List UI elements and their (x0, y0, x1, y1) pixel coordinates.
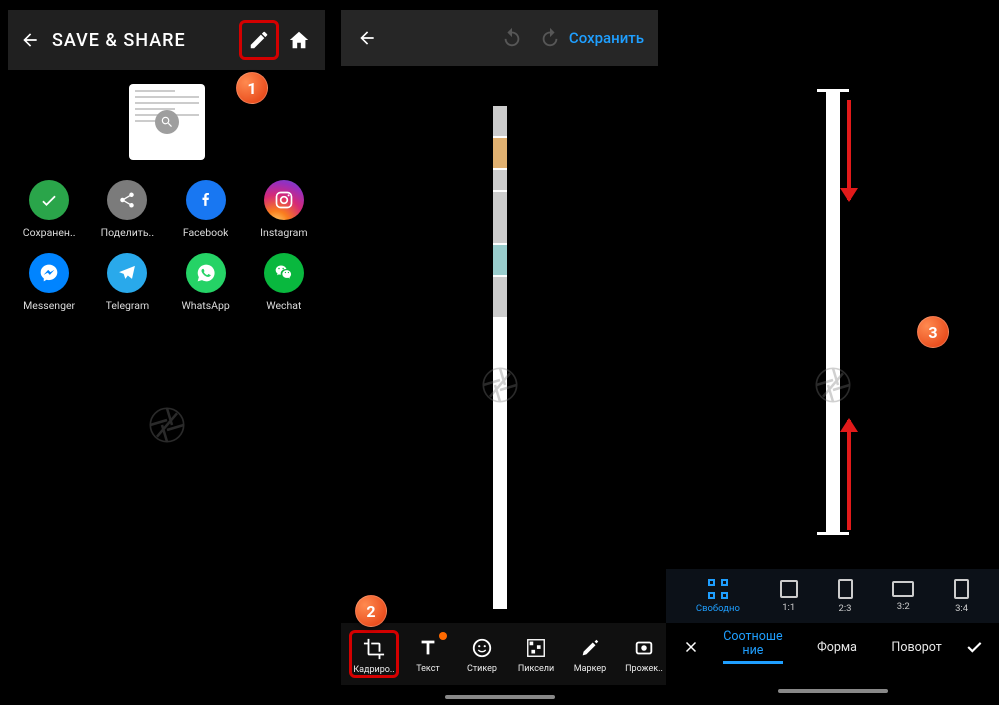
marker-icon (577, 635, 603, 661)
home-button[interactable] (279, 20, 319, 60)
ratio-free-icon (708, 579, 728, 599)
panel-save-share: SAVE & SHARE 1 Сохранен.. Поделить.. Fac… (0, 0, 333, 705)
aperture-icon (480, 365, 520, 405)
arrow-up (847, 420, 851, 530)
tool-text[interactable]: Текст (403, 635, 453, 674)
ratio-icon (838, 579, 853, 599)
ratio-3-4[interactable]: 3:4 (954, 579, 969, 614)
whatsapp-icon (186, 253, 226, 293)
smile-icon (469, 635, 495, 661)
badge-3: 3 (917, 316, 949, 348)
check-icon (964, 637, 984, 657)
home-icon (288, 29, 310, 51)
tab-shape[interactable]: Форма (817, 640, 857, 655)
share-telegram[interactable]: Telegram (88, 253, 166, 312)
crop-tab-bar: Соотноше ние Форма Поворот (666, 623, 999, 671)
share-messenger[interactable]: Messenger (10, 253, 88, 312)
wechat-icon (264, 253, 304, 293)
tool-pixels[interactable]: Пиксели (511, 635, 561, 674)
ratio-3-2[interactable]: 3:2 (892, 581, 914, 612)
arrow-down (847, 100, 851, 200)
ratio-bar: Свободно 1:1 2:3 3:2 3:4 (666, 569, 999, 623)
badge-2: 2 (355, 595, 387, 627)
ratio-icon (892, 581, 914, 597)
telegram-icon (107, 253, 147, 293)
badge-1: 1 (236, 72, 268, 104)
nav-pill[interactable] (778, 689, 888, 693)
tab-ratio[interactable]: Соотноше ние (723, 630, 782, 664)
ratio-icon (954, 579, 969, 599)
ratio-icon (780, 580, 798, 598)
back-button[interactable] (14, 24, 46, 56)
screenshot-thumbnail[interactable] (129, 84, 205, 160)
text-icon (415, 635, 441, 661)
pencil-icon (248, 29, 270, 51)
ratio-2-3[interactable]: 2:3 (838, 579, 853, 614)
share-wechat[interactable]: Wechat (245, 253, 323, 312)
magnify-icon (155, 110, 179, 134)
ratio-1-1[interactable]: 1:1 (780, 580, 798, 613)
image-preview-strip[interactable] (493, 106, 507, 609)
messenger-icon (29, 253, 69, 293)
share-save[interactable]: Сохранен.. (10, 180, 88, 239)
share-instagram[interactable]: Instagram (245, 180, 323, 239)
editor-toolbar: Кадриро.. Текст Стикер Пиксели Маркер Пр… (341, 623, 672, 685)
panel-crop: 3 Свободно 1:1 2:3 3:2 3:4 Соотноше ние … (666, 0, 999, 705)
undo-icon (501, 27, 523, 49)
redo-button[interactable] (539, 27, 561, 49)
save-button[interactable]: Сохранить (569, 29, 644, 47)
tab-rotate[interactable]: Поворот (891, 640, 941, 655)
tool-crop[interactable]: Кадриро.. (349, 630, 399, 678)
share-whatsapp[interactable]: WhatsApp (167, 253, 245, 312)
arrow-left-icon (357, 28, 377, 48)
share-generic[interactable]: Поделить.. (88, 180, 166, 239)
crop-icon (361, 636, 387, 662)
editor-topbar: Сохранить (341, 10, 658, 66)
aperture-icon (813, 365, 853, 405)
crop-image-strip[interactable] (826, 92, 840, 532)
checkmark-icon (29, 180, 69, 220)
undo-button[interactable] (501, 27, 523, 49)
mosaic-icon (523, 635, 549, 661)
confirm-button[interactable] (959, 637, 989, 657)
back-button[interactable] (347, 18, 387, 58)
panel-editor: Сохранить 2 Кадриро.. Текст Стикер Пиксе… (333, 0, 666, 705)
nav-pill[interactable] (445, 695, 555, 699)
arrow-left-icon (20, 30, 40, 50)
tool-marker[interactable]: Маркер (565, 635, 615, 674)
share-icon (107, 180, 147, 220)
instagram-icon (264, 180, 304, 220)
ratio-free[interactable]: Свободно (696, 579, 740, 614)
aperture-icon (147, 405, 187, 445)
tool-spotlight[interactable]: Прожек.. (619, 635, 669, 674)
edit-button[interactable] (239, 20, 279, 60)
topbar: SAVE & SHARE (8, 10, 325, 70)
close-icon (682, 638, 700, 656)
page-title: SAVE & SHARE (52, 30, 239, 51)
share-facebook[interactable]: Facebook (167, 180, 245, 239)
tool-sticker[interactable]: Стикер (457, 635, 507, 674)
spotlight-icon (631, 635, 657, 661)
redo-icon (539, 27, 561, 49)
cancel-button[interactable] (676, 638, 706, 656)
share-grid: Сохранен.. Поделить.. Facebook Instagram… (10, 180, 323, 312)
facebook-icon (186, 180, 226, 220)
